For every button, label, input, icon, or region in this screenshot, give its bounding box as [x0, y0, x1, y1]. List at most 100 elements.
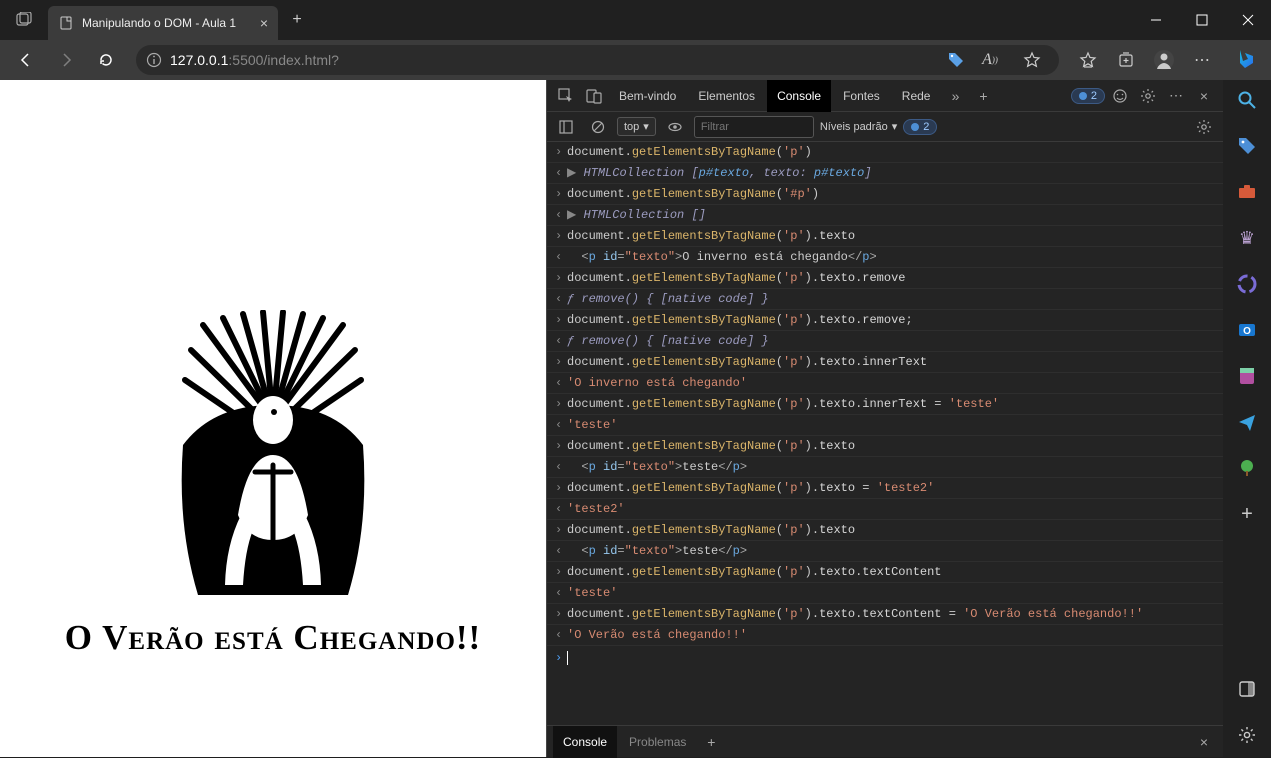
settings-icon[interactable]: [1135, 83, 1161, 109]
drawer-tab-problems[interactable]: Problemas: [619, 726, 696, 758]
console-line[interactable]: ‹ƒ remove() { [native code] }: [547, 289, 1223, 310]
menu-button[interactable]: ⋯: [1185, 43, 1219, 77]
drawer-new-tab-icon[interactable]: +: [698, 729, 724, 755]
console-line[interactable]: ›document.getElementsByTagName('#p'): [547, 184, 1223, 205]
devtools-tabbar: Bem-vindo Elementos Console Fontes Rede …: [547, 80, 1223, 112]
window-close-button[interactable]: [1225, 0, 1271, 40]
profile-avatar-icon[interactable]: [1147, 43, 1181, 77]
clear-console-icon[interactable]: [585, 114, 611, 140]
window-maximize-button[interactable]: [1179, 0, 1225, 40]
device-toolbar-icon[interactable]: [581, 83, 607, 109]
console-log[interactable]: ›document.getElementsByTagName('p')‹▶ HT…: [547, 142, 1223, 725]
page-viewport: O Verão está Chegando!!: [0, 80, 546, 757]
log-levels-selector[interactable]: Níveis padrão ▾: [820, 120, 897, 133]
console-line[interactable]: ›document.getElementsByTagName('p').text…: [547, 268, 1223, 289]
refresh-button[interactable]: [88, 42, 124, 78]
tab-elements[interactable]: Elementos: [688, 80, 765, 112]
browser-toolbar: 127.0.0.1:5500/index.html? A)) ⋯: [0, 40, 1271, 80]
url-host: 127.0.0.1: [170, 52, 228, 68]
filter-issues-badge[interactable]: 2: [903, 119, 937, 135]
console-line[interactable]: ›document.getElementsByTagName('p').text…: [547, 562, 1223, 583]
console-line[interactable]: ‹ <p id="texto">teste</p>: [547, 457, 1223, 478]
console-line[interactable]: ›document.getElementsByTagName('p').text…: [547, 310, 1223, 331]
inspect-element-icon[interactable]: [553, 83, 579, 109]
office-icon[interactable]: [1235, 272, 1259, 296]
bing-chat-icon[interactable]: [1229, 43, 1263, 77]
console-line[interactable]: ‹'O inverno está chegando': [547, 373, 1223, 394]
console-line[interactable]: ‹ <p id="texto">teste</p>: [547, 541, 1223, 562]
page-heading: O Verão está Chegando!!: [65, 618, 481, 658]
console-line[interactable]: ›document.getElementsByTagName('p').text…: [547, 226, 1223, 247]
sidebar-collapse-icon[interactable]: [1235, 677, 1259, 701]
window-minimize-button[interactable]: [1133, 0, 1179, 40]
browser-sidebar: ♛ O +: [1223, 80, 1271, 757]
console-line[interactable]: ‹'teste2': [547, 499, 1223, 520]
more-tabs-icon[interactable]: »: [942, 83, 968, 109]
add-sidebar-icon[interactable]: +: [1235, 502, 1259, 526]
tab-sources[interactable]: Fontes: [833, 80, 890, 112]
console-line[interactable]: ‹ƒ remove() { [native code] }: [547, 331, 1223, 352]
collections-icon[interactable]: [1109, 43, 1143, 77]
feedback-icon[interactable]: [1107, 83, 1133, 109]
console-line[interactable]: ‹'teste': [547, 415, 1223, 436]
url-text: 127.0.0.1:5500/index.html?: [170, 52, 339, 68]
console-line[interactable]: ›document.getElementsByTagName('p').text…: [547, 604, 1223, 625]
console-line[interactable]: ›document.getElementsByTagName('p').text…: [547, 394, 1223, 415]
tab-favicon-icon: [58, 15, 74, 31]
svg-text:O: O: [1243, 326, 1251, 337]
close-devtools-icon[interactable]: ×: [1191, 83, 1217, 109]
new-tab-button[interactable]: +: [282, 5, 312, 35]
console-line[interactable]: ›document.getElementsByTagName('p').text…: [547, 352, 1223, 373]
browser-tab[interactable]: Manipulando o DOM - Aula 1 ×: [48, 6, 278, 40]
send-icon[interactable]: [1235, 410, 1259, 434]
console-input[interactable]: ›: [547, 646, 1223, 670]
console-line[interactable]: ›document.getElementsByTagName('p').text…: [547, 478, 1223, 499]
levels-label: Níveis padrão: [820, 121, 888, 133]
drawer-close-icon[interactable]: ×: [1191, 729, 1217, 755]
tree-icon[interactable]: [1235, 456, 1259, 480]
tab-network[interactable]: Rede: [892, 80, 941, 112]
console-line[interactable]: ‹ <p id="texto">O inverno está chegando<…: [547, 247, 1223, 268]
read-aloud-icon[interactable]: A)): [973, 43, 1007, 77]
outlook-icon[interactable]: O: [1235, 318, 1259, 342]
console-toolbar: top▾ Níveis padrão ▾ 2: [547, 112, 1223, 142]
tab-welcome[interactable]: Bem-vindo: [609, 80, 686, 112]
console-line[interactable]: ‹'teste': [547, 583, 1223, 604]
chevron-down-icon: ▾: [643, 120, 649, 133]
new-tab-icon[interactable]: +: [970, 83, 996, 109]
console-line[interactable]: ›document.getElementsByTagName('p').text…: [547, 436, 1223, 457]
sidebar-settings-icon[interactable]: [1235, 723, 1259, 747]
console-line[interactable]: ›document.getElementsByTagName('p').text…: [547, 520, 1223, 541]
shopping-icon[interactable]: [947, 51, 965, 69]
console-line[interactable]: ›document.getElementsByTagName('p'): [547, 142, 1223, 163]
site-info-icon[interactable]: [146, 52, 162, 68]
issues-badge[interactable]: 2: [1071, 88, 1105, 104]
back-button[interactable]: [8, 42, 44, 78]
sidebar-toggle-icon[interactable]: [553, 114, 579, 140]
tab-console[interactable]: Console: [767, 80, 831, 112]
tab-close-icon[interactable]: ×: [260, 15, 268, 31]
context-selector[interactable]: top▾: [617, 117, 656, 136]
console-settings-icon[interactable]: [1191, 114, 1217, 140]
tools-icon[interactable]: [1235, 180, 1259, 204]
issues-count: 2: [1091, 90, 1097, 102]
filter-input[interactable]: [694, 116, 814, 138]
url-path: :5500/index.html?: [228, 52, 339, 68]
console-line[interactable]: ‹'O Verão está chegando!!': [547, 625, 1223, 646]
more-options-icon[interactable]: ⋯: [1163, 83, 1189, 109]
favorite-icon[interactable]: [1015, 43, 1049, 77]
console-line[interactable]: ‹▶ HTMLCollection []: [547, 205, 1223, 226]
tab-title: Manipulando o DOM - Aula 1: [82, 16, 252, 30]
tab-actions-icon[interactable]: [0, 12, 48, 28]
console-line[interactable]: ‹▶ HTMLCollection [p#texto, texto: p#tex…: [547, 163, 1223, 184]
forward-button: [48, 42, 84, 78]
games-icon[interactable]: ♛: [1235, 226, 1259, 250]
notes-icon[interactable]: [1235, 364, 1259, 388]
chevron-down-icon: ▾: [892, 120, 898, 133]
live-expression-icon[interactable]: [662, 114, 688, 140]
address-bar[interactable]: 127.0.0.1:5500/index.html? A)): [136, 45, 1059, 75]
favorites-bar-icon[interactable]: [1071, 43, 1105, 77]
drawer-tab-console[interactable]: Console: [553, 726, 617, 758]
shopping-sidebar-icon[interactable]: [1235, 134, 1259, 158]
search-icon[interactable]: [1235, 88, 1259, 112]
